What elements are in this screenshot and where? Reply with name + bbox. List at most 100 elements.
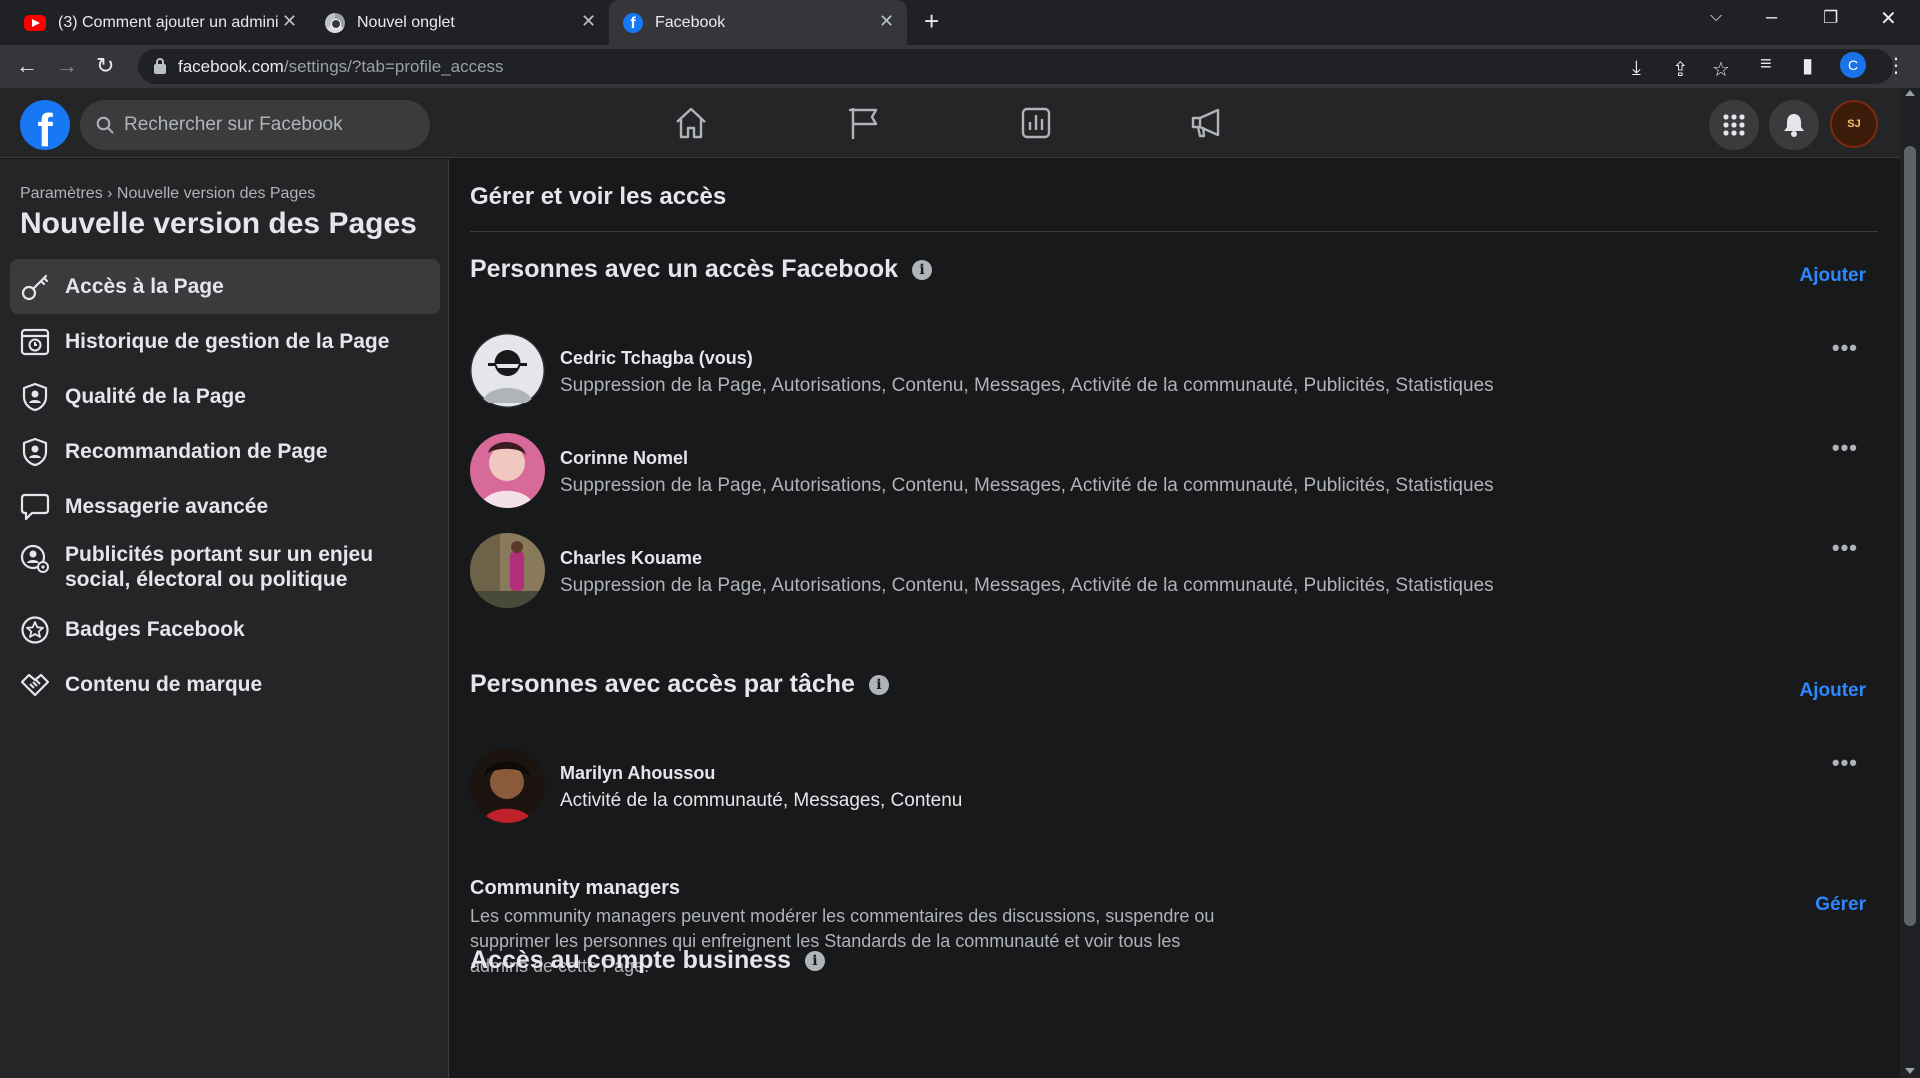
section-title-business-access: Accès au compte business i: [470, 946, 825, 975]
person-permissions: Suppression de la Page, Autorisations, C…: [560, 575, 1494, 596]
search-box[interactable]: [80, 100, 430, 150]
person-name[interactable]: Corinne Nomel: [560, 448, 688, 469]
more-options-icon[interactable]: •••: [1832, 435, 1858, 461]
person-name[interactable]: Cedric Tchagba (vous): [560, 348, 753, 369]
avatar[interactable]: [470, 748, 545, 823]
sidebar-item-label: Recommandation de Page: [65, 440, 328, 463]
bell-icon: [1784, 114, 1804, 137]
handshake-icon: [20, 673, 50, 696]
person-name[interactable]: Charles Kouame: [560, 548, 702, 569]
add-facebook-access-button[interactable]: Ajouter: [1800, 265, 1867, 287]
chrome-icon: [325, 12, 345, 33]
notifications-button[interactable]: [1769, 100, 1819, 150]
avatar-image: [470, 433, 545, 508]
tab-title: Facebook: [655, 13, 726, 31]
avatar-image: [470, 533, 545, 608]
side-panel-icon[interactable]: ▮: [1802, 53, 1813, 78]
avatar-image: [470, 333, 545, 408]
person-row: Corinne Nomel Suppression de la Page, Au…: [470, 433, 1870, 513]
page-scrollbar[interactable]: [1900, 88, 1920, 1078]
sidebar-item-page-recommendation[interactable]: Recommandation de Page: [10, 424, 440, 479]
browser-menu-icon[interactable]: ⋮: [1886, 53, 1906, 78]
share-icon[interactable]: ⇪: [1672, 57, 1689, 82]
avatar-image: [470, 748, 545, 823]
sidebar-item-label: Badges Facebook: [65, 618, 245, 641]
search-input[interactable]: [124, 100, 414, 150]
install-app-icon[interactable]: ⤓: [1632, 57, 1641, 80]
flag-icon[interactable]: [845, 104, 885, 142]
info-icon[interactable]: i: [912, 259, 932, 280]
page-avatar[interactable]: SJ: [1830, 100, 1878, 148]
sidebar-item-label: Accès à la Page: [65, 275, 224, 298]
avatar[interactable]: [470, 333, 545, 408]
sidebar-item-facebook-badges[interactable]: Badges Facebook: [10, 602, 440, 657]
person-permissions: Activité de la communauté, Messages, Con…: [560, 790, 963, 811]
home-icon[interactable]: [671, 104, 711, 142]
info-icon[interactable]: i: [868, 674, 889, 695]
key-icon: [21, 274, 49, 300]
sidebar-item-branded-content[interactable]: Contenu de marque: [10, 657, 440, 712]
close-icon[interactable]: ✕: [282, 11, 297, 32]
page-title: Gérer et voir les accès: [470, 183, 727, 210]
lock-icon[interactable]: [154, 58, 166, 74]
sidebar-item-label: Historique de gestion de la Page: [65, 330, 390, 353]
divider: [470, 231, 1878, 232]
insights-icon[interactable]: [1016, 104, 1056, 142]
search-icon: [96, 116, 114, 134]
star-badge-icon: [21, 615, 49, 644]
person-gear-icon: [20, 544, 49, 573]
tab-search-chevron-icon[interactable]: ⌵: [1710, 8, 1722, 26]
menu-grid-button[interactable]: [1709, 100, 1759, 150]
back-arrow-icon[interactable]: ←: [16, 52, 38, 80]
bookmark-star-icon[interactable]: ☆: [1712, 57, 1730, 82]
more-options-icon[interactable]: •••: [1832, 750, 1858, 776]
minimize-icon[interactable]: –: [1766, 6, 1777, 29]
browser-tab-strip: (3) Comment ajouter un administ ✕ Nouvel…: [0, 0, 1920, 45]
sidebar-item-page-history[interactable]: Historique de gestion de la Page: [10, 314, 440, 369]
sidebar-item-label: Publicités portant sur un enjeu social, …: [65, 543, 374, 591]
breadcrumb[interactable]: Paramètres › Nouvelle version des Pages: [20, 185, 315, 203]
close-icon[interactable]: ✕: [879, 11, 894, 32]
new-tab-plus-icon[interactable]: +: [924, 8, 939, 34]
browser-profile-avatar[interactable]: C: [1840, 52, 1866, 78]
scrollbar-thumb[interactable]: [1904, 146, 1916, 926]
window-close-icon[interactable]: ✕: [1880, 6, 1897, 31]
facebook-logo[interactable]: f: [20, 100, 70, 150]
avatar[interactable]: [470, 533, 545, 608]
youtube-icon: [24, 14, 46, 31]
forward-arrow-icon[interactable]: →: [56, 52, 78, 80]
section-title-facebook-access: Personnes avec un accès Facebook i: [470, 255, 932, 284]
browser-tab-youtube[interactable]: (3) Comment ajouter un administ ✕: [10, 0, 305, 45]
tab-title: Nouvel onglet: [357, 13, 455, 31]
facebook-header: f SJ: [0, 88, 1900, 158]
sidebar-title: Nouvelle version des Pages: [20, 207, 417, 240]
megaphone-icon[interactable]: [1188, 104, 1228, 142]
sidebar-item-page-access[interactable]: Accès à la Page: [10, 259, 440, 314]
sidebar-item-advanced-messaging[interactable]: Messagerie avancée: [10, 479, 440, 534]
reload-icon[interactable]: ↻: [96, 52, 114, 80]
browser-tab-facebook[interactable]: f Facebook ✕: [609, 0, 907, 45]
close-icon[interactable]: ✕: [581, 11, 596, 32]
sidebar-item-page-quality[interactable]: Qualité de la Page: [10, 369, 440, 424]
scroll-down-arrow-icon[interactable]: [1905, 1068, 1915, 1074]
more-options-icon[interactable]: •••: [1832, 335, 1858, 361]
add-task-access-button[interactable]: Ajouter: [1800, 680, 1867, 702]
main-content: Gérer et voir les accès Personnes avec u…: [450, 159, 1900, 1078]
settings-sidebar: Paramètres › Nouvelle version des Pages …: [0, 159, 449, 1078]
url-text[interactable]: facebook.com/settings/?tab=profile_acces…: [178, 57, 504, 77]
facebook-icon: f: [623, 12, 643, 33]
restore-icon[interactable]: ❐: [1823, 8, 1838, 28]
manage-community-managers-button[interactable]: Gérer: [1815, 894, 1866, 916]
more-options-icon[interactable]: •••: [1832, 535, 1858, 561]
browser-toolbar: ← → ↻ facebook.com/settings/?tab=profile…: [0, 45, 1920, 88]
avatar[interactable]: [470, 433, 545, 508]
sidebar-item-label: Contenu de marque: [65, 673, 263, 696]
address-bar[interactable]: facebook.com/settings/?tab=profile_acces…: [138, 49, 1893, 84]
person-row: Marilyn Ahoussou Activité de la communau…: [470, 748, 1870, 828]
person-name[interactable]: Marilyn Ahoussou: [560, 763, 715, 784]
scroll-up-arrow-icon[interactable]: [1905, 90, 1915, 96]
info-icon[interactable]: i: [804, 950, 825, 971]
browser-tab-new-tab[interactable]: Nouvel onglet ✕: [313, 0, 605, 45]
sidebar-item-political-ads[interactable]: Publicités portant sur un enjeu social, …: [10, 534, 440, 602]
reading-list-icon[interactable]: ≡: [1760, 53, 1772, 76]
